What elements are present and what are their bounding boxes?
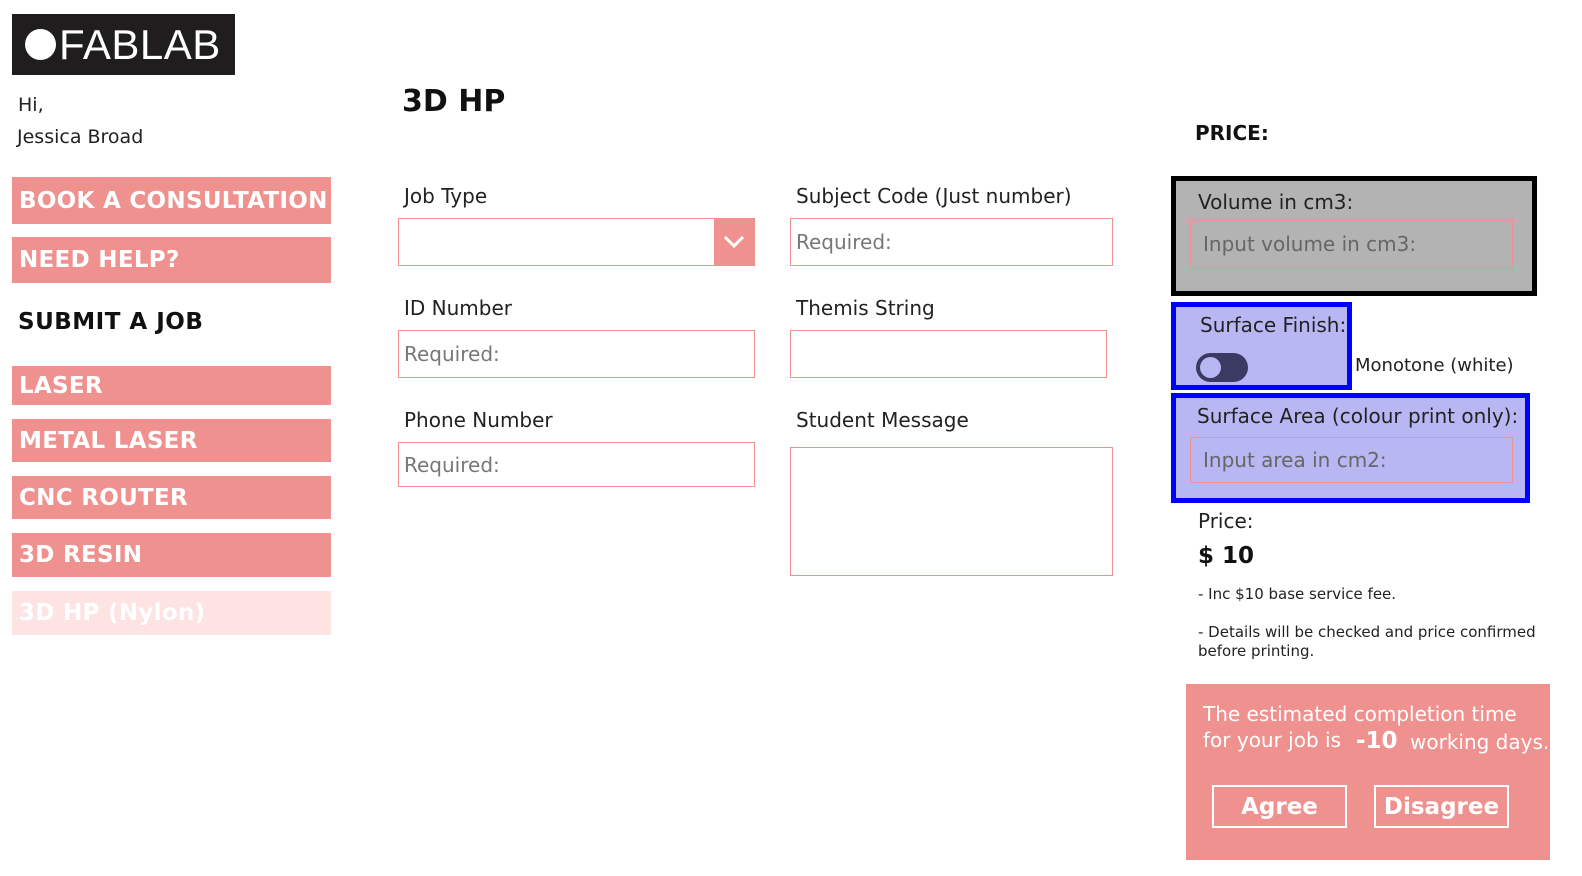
page-title: 3D HP xyxy=(402,84,506,119)
submit-job-heading: SUBMIT A JOB xyxy=(18,309,204,335)
confirmation-note-line1: - Details will be checked and price conf… xyxy=(1198,623,1536,641)
sidebar-item-3d-resin[interactable]: 3D RESIN xyxy=(12,533,331,577)
volume-section: Volume in cm3: Input volume in cm3: xyxy=(1171,176,1537,296)
student-message-label: Student Message xyxy=(796,408,969,432)
book-consultation-button[interactable]: BOOK A CONSULTATION xyxy=(12,177,331,224)
base-fee-note: - Inc $10 base service fee. xyxy=(1198,585,1397,603)
surface-area-label: Surface Area (colour print only): xyxy=(1197,404,1519,428)
sidebar-item-laser[interactable]: LASER xyxy=(12,366,331,405)
estimate-line2-suffix: working days. xyxy=(1410,730,1550,754)
surface-area-input[interactable]: Input area in cm2: xyxy=(1190,437,1513,483)
estimate-days-value: -10 xyxy=(1356,728,1398,754)
surface-finish-label: Surface Finish: xyxy=(1200,313,1347,337)
subject-code-label: Subject Code (Just number) xyxy=(796,184,1072,208)
surface-area-placeholder: Input area in cm2: xyxy=(1203,448,1387,472)
surface-area-section: Surface Area (colour print only): Input … xyxy=(1171,393,1530,503)
volume-placeholder: Input volume in cm3: xyxy=(1203,232,1417,256)
volume-label: Volume in cm3: xyxy=(1198,190,1354,214)
subject-code-input[interactable]: Required: xyxy=(790,218,1113,266)
phone-number-input[interactable]: Required: xyxy=(398,442,755,487)
surface-finish-toggle[interactable] xyxy=(1196,353,1248,382)
price-label: Price: xyxy=(1198,509,1254,533)
greeting-text: Hi, xyxy=(18,94,44,116)
themis-string-input[interactable] xyxy=(790,330,1107,378)
themis-string-label: Themis String xyxy=(796,296,935,320)
volume-input[interactable]: Input volume in cm3: xyxy=(1190,220,1513,268)
price-heading: PRICE: xyxy=(1195,121,1269,145)
user-name: Jessica Broad xyxy=(17,126,144,148)
estimate-panel: The estimated completion time for your j… xyxy=(1186,684,1550,860)
phone-number-placeholder: Required: xyxy=(404,452,500,477)
fablab-logo[interactable]: FABLAB xyxy=(12,14,235,75)
student-message-textarea[interactable] xyxy=(790,447,1113,576)
job-type-label: Job Type xyxy=(404,184,488,208)
agree-button[interactable]: Agree xyxy=(1212,785,1347,828)
phone-number-label: Phone Number xyxy=(404,408,553,432)
subject-code-placeholder: Required: xyxy=(796,230,892,254)
chevron-down-icon[interactable] xyxy=(714,219,754,265)
surface-finish-section: Surface Finish: xyxy=(1171,302,1352,390)
toggle-knob xyxy=(1200,357,1221,378)
monotone-option-label: Monotone (white) xyxy=(1355,355,1514,376)
estimate-line2-prefix: for your job is xyxy=(1203,728,1342,752)
logo-circle-icon xyxy=(25,29,56,60)
need-help-button[interactable]: NEED HELP? xyxy=(12,237,331,283)
disagree-button[interactable]: Disagree xyxy=(1374,785,1509,828)
id-number-placeholder: Required: xyxy=(404,342,500,366)
sidebar-item-cnc-router[interactable]: CNC ROUTER xyxy=(12,476,331,519)
logo-text: FABLAB xyxy=(59,20,221,68)
estimate-line1: The estimated completion time xyxy=(1203,702,1517,726)
job-type-dropdown[interactable] xyxy=(398,218,755,266)
id-number-input[interactable]: Required: xyxy=(398,330,755,378)
price-value: $ 10 xyxy=(1198,543,1255,569)
sidebar-item-metal-laser[interactable]: METAL LASER xyxy=(12,419,331,462)
id-number-label: ID Number xyxy=(404,296,512,320)
confirmation-note-line2: before printing. xyxy=(1198,642,1315,660)
sidebar-item-3d-hp-nylon[interactable]: 3D HP (Nylon) xyxy=(12,591,331,635)
